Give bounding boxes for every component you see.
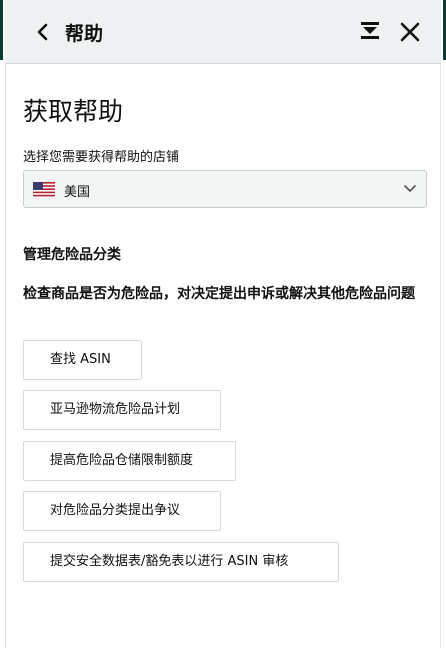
help-header: 帮助 <box>5 0 441 64</box>
help-panel: 获取帮助 选择您需要获得帮助的店铺 美国 管理危险品分类 检查商品是否为危险品，… <box>5 64 441 648</box>
us-flag-icon <box>33 182 55 197</box>
dock-bottom-icon <box>361 22 379 39</box>
store-select-value: 美国 <box>64 185 91 200</box>
dispute-classification-button[interactable]: 对危险品分类提出争议 <box>23 491 221 531</box>
fba-dangerous-goods-program-button[interactable]: 亚马逊物流危险品计划 <box>23 390 221 430</box>
close-icon <box>400 22 420 42</box>
close-button[interactable] <box>398 20 422 44</box>
find-asin-button[interactable]: 查找 ASIN <box>23 340 142 380</box>
background-edge-left <box>0 0 3 60</box>
dock-button[interactable] <box>359 20 381 42</box>
submit-sds-exemption-button[interactable]: 提交安全数据表/豁免表以进行 ASIN 审核 <box>23 542 339 582</box>
page-title: 获取帮助 <box>23 97 124 126</box>
header-title: 帮助 <box>65 23 104 45</box>
section-description: 检查商品是否为危险品，对决定提出申诉或解决其他危险品问题 <box>23 286 415 302</box>
section-title: 管理危险品分类 <box>23 247 121 263</box>
chevron-left-icon <box>37 23 48 41</box>
store-select-label: 选择您需要获得帮助的店铺 <box>23 150 180 165</box>
back-button[interactable] <box>33 20 55 44</box>
store-select[interactable]: 美国 <box>23 170 427 208</box>
increase-storage-limit-button[interactable]: 提高危险品仓储限制额度 <box>23 441 236 481</box>
chevron-down-icon <box>404 185 416 192</box>
